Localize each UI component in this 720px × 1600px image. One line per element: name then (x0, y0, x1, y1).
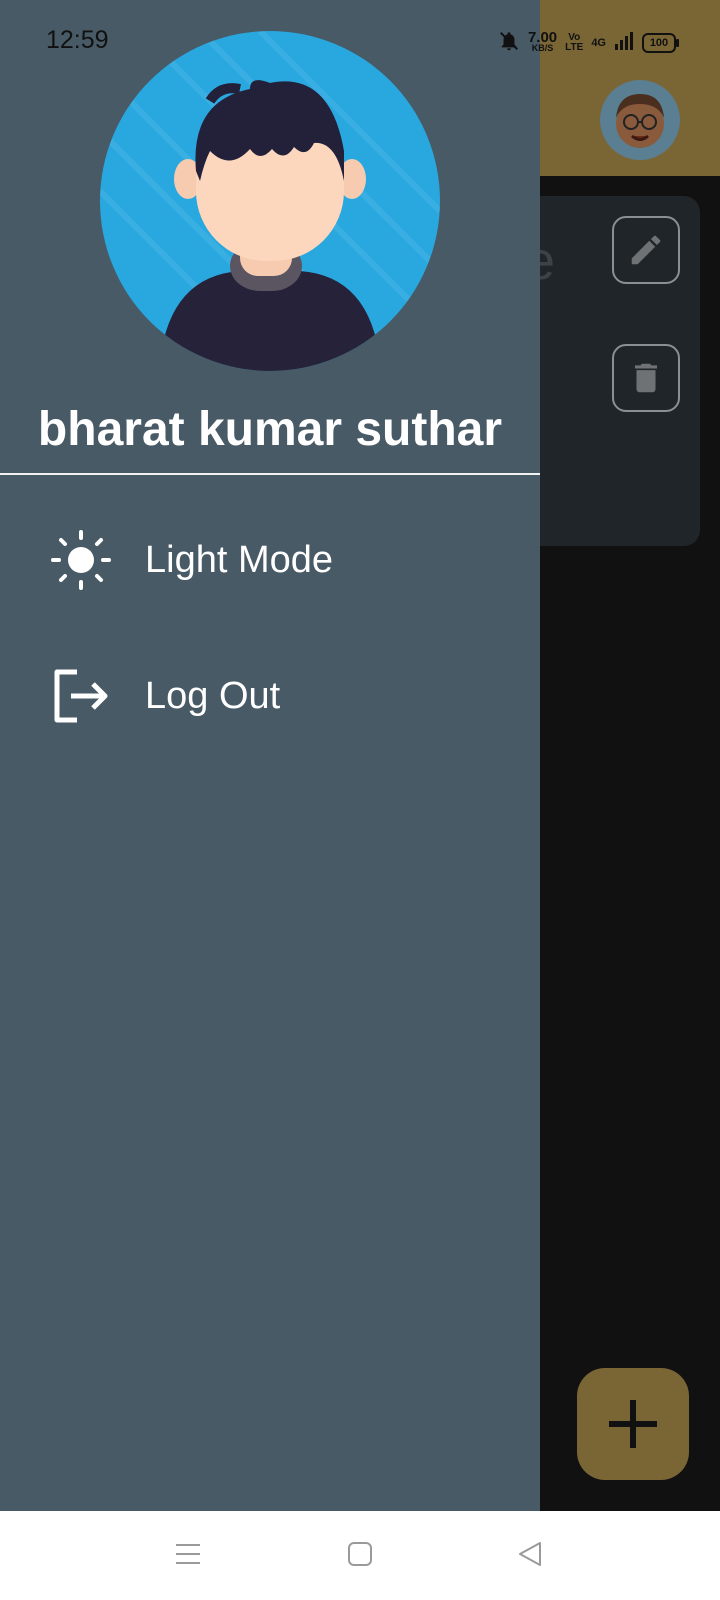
delete-button[interactable] (612, 344, 680, 412)
navigation-drawer: bharat kumar suthar Light Mode Log Out (0, 0, 540, 1511)
add-note-button[interactable] (577, 1368, 689, 1480)
sun-icon (49, 528, 113, 592)
system-nav-bar (0, 1511, 720, 1600)
profile-avatar-button[interactable] (600, 80, 680, 160)
edit-icon (631, 235, 661, 265)
light-mode-label: Light Mode (145, 538, 334, 581)
muted-bell-icon (498, 30, 520, 56)
edit-button[interactable] (612, 216, 680, 284)
menu-icon (176, 1544, 200, 1564)
home-button[interactable] (335, 1529, 385, 1579)
back-button[interactable] (505, 1529, 555, 1579)
light-mode-menu-item[interactable]: Light Mode (0, 510, 540, 610)
divider (0, 473, 540, 475)
delete-icon (634, 363, 658, 393)
network-type: 4G (591, 37, 606, 49)
status-icons: 7.00 KB/S Vo LTE 4G 100 (498, 29, 679, 56)
signal-icon (614, 31, 634, 55)
log-out-label: Log Out (145, 674, 281, 717)
user-avatar (100, 31, 440, 371)
back-icon (519, 1542, 541, 1566)
recent-apps-button[interactable] (163, 1529, 213, 1579)
home-icon (348, 1542, 372, 1566)
user-name: bharat kumar suthar (37, 403, 503, 456)
volte-indicator: Vo LTE (565, 32, 584, 53)
status-time: 12:59 (46, 26, 109, 54)
battery-indicator: 100 (642, 33, 679, 53)
log-out-menu-item[interactable]: Log Out (0, 646, 540, 746)
logout-icon (49, 664, 113, 728)
network-speed: 7.00 KB/S (527, 29, 558, 53)
add-icon (609, 1400, 657, 1448)
